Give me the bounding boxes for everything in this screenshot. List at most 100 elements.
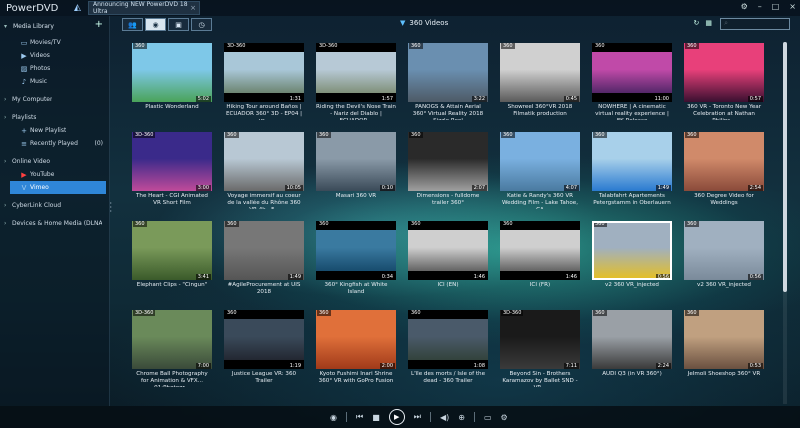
video-tile[interactable]: 36010:05Voyage immersif au coeur de la v… bbox=[224, 132, 304, 209]
zoom-icon[interactable]: ⊕ bbox=[458, 413, 465, 422]
people-view-button[interactable]: 👥 bbox=[122, 18, 143, 31]
video-duration: 4:07 bbox=[564, 185, 579, 191]
sidebar-item[interactable]: ▶Videos bbox=[0, 49, 109, 62]
video-thumbnail[interactable]: 3600:56 bbox=[592, 221, 672, 280]
video-thumbnail[interactable]: 3D-3601:57 bbox=[316, 43, 396, 102]
video-tile[interactable]: 3D-3607:11Beyond Sin - Brothers Karamazo… bbox=[500, 310, 580, 387]
video-tile[interactable]: 3600:56v2 360 VR_injected bbox=[592, 221, 672, 298]
video-thumbnail[interactable]: 3600:56 bbox=[684, 221, 764, 280]
video-tile[interactable]: 3D-3603:00The Heart - CGI Animated VR Sh… bbox=[132, 132, 212, 209]
sidebar-item[interactable]: +New Playlist bbox=[0, 124, 109, 137]
video-tile[interactable]: 3D-3607:00Chrome Ball Photography for An… bbox=[132, 310, 212, 387]
eye-icon[interactable]: ◉ bbox=[330, 413, 337, 422]
sidebar-item[interactable]: ▨Photos bbox=[0, 62, 109, 75]
video-tile[interactable]: 3601:46ICI (EN) bbox=[408, 221, 488, 298]
video-thumbnail[interactable]: 3600:53 bbox=[684, 310, 764, 369]
video-tile[interactable]: 3D-3601:31Hiking Tour around Baños | ECU… bbox=[224, 43, 304, 120]
sidebar-item[interactable]: ≡Recently Played(0) bbox=[0, 137, 109, 150]
video-tile[interactable]: 3602:07Dimensions - fulldome trailer 360… bbox=[408, 132, 488, 209]
video-format-badge: 360 bbox=[133, 221, 147, 227]
close-window-icon[interactable]: × bbox=[789, 2, 796, 11]
video-tile[interactable]: 3604:07Katie & Randy's 360 VR Wedding Fi… bbox=[500, 132, 580, 209]
video-thumbnail[interactable]: 3601:19 bbox=[224, 310, 304, 369]
volume-icon[interactable]: ◀) bbox=[440, 413, 449, 422]
video-thumbnail[interactable]: 36011:00 bbox=[592, 43, 672, 102]
close-icon[interactable]: × bbox=[190, 4, 196, 12]
settings-icon[interactable]: ⚙ bbox=[501, 413, 508, 422]
user-view-button[interactable]: ▣ bbox=[168, 18, 189, 31]
news-tab[interactable]: Announcing NEW PowerDVD 18 Ultra × bbox=[88, 1, 200, 15]
360-view-button[interactable]: ◉ bbox=[145, 18, 166, 31]
refresh-icon[interactable]: ↻ bbox=[694, 19, 700, 27]
video-thumbnail[interactable]: 3600:10 bbox=[316, 132, 396, 191]
video-tile[interactable]: 3601:19Justice League VR: 360 Trailer bbox=[224, 310, 304, 387]
next-icon[interactable]: ⏭ bbox=[414, 412, 421, 422]
history-view-button[interactable]: ◷ bbox=[191, 18, 212, 31]
video-tile[interactable]: 36011:00NOWHERE | A cinematic virtual re… bbox=[592, 43, 672, 120]
video-thumbnail[interactable]: 3D-3607:00 bbox=[132, 310, 212, 369]
video-thumbnail[interactable]: 3601:46 bbox=[500, 221, 580, 280]
video-thumbnail[interactable]: 3600:45 bbox=[500, 43, 580, 102]
add-icon[interactable]: + bbox=[95, 19, 103, 30]
video-tile[interactable]: 3600:34360° Kingfish at White Island bbox=[316, 221, 396, 298]
sidebar-header-label: Media Library bbox=[13, 23, 54, 30]
video-thumbnail[interactable]: 3D-3607:11 bbox=[500, 310, 580, 369]
video-tile[interactable]: 3601:49#AgileProcurement at UIS 2018 bbox=[224, 221, 304, 298]
sidebar-item[interactable]: ›Online Video bbox=[0, 155, 109, 168]
video-thumbnail[interactable]: 3602:54 bbox=[684, 132, 764, 191]
video-thumbnail[interactable]: 3605:02 bbox=[132, 43, 212, 102]
video-tile[interactable]: 3600:45Showreel 360°VR 2018 Filmatik pro… bbox=[500, 43, 580, 120]
video-thumbnail[interactable]: 3602:24 bbox=[592, 310, 672, 369]
sidebar-item[interactable]: ›CyberLink Cloud bbox=[0, 199, 109, 212]
video-tile[interactable]: 3601:46ICI (FR) bbox=[500, 221, 580, 298]
video-thumbnail[interactable]: 3D-3601:31 bbox=[224, 43, 304, 102]
video-thumbnail[interactable]: 3604:07 bbox=[500, 132, 580, 191]
sidebar-item[interactable]: ›Devices & Home Media (DLNA) bbox=[0, 217, 109, 230]
sidebar-item[interactable]: ▭Movies/TV bbox=[0, 36, 109, 49]
play-button[interactable]: ▶ bbox=[389, 409, 405, 425]
video-thumbnail[interactable]: 3603:22 bbox=[408, 43, 488, 102]
subtitle-icon[interactable]: ▭ bbox=[484, 413, 492, 422]
sidebar-item[interactable]: ▶YouTube bbox=[0, 168, 109, 181]
sidebar-item-label: New Playlist bbox=[30, 127, 66, 134]
video-tile[interactable]: 3601:49Talabfahrt Apartements Petergstam… bbox=[592, 132, 672, 209]
stop-icon[interactable]: ■ bbox=[372, 413, 380, 422]
video-tile[interactable]: 3601:08L'île des morts / Isle of the dea… bbox=[408, 310, 488, 387]
resize-handle-icon[interactable]: ··· bbox=[109, 202, 112, 214]
video-thumbnail[interactable]: 3602:00 bbox=[316, 310, 396, 369]
sidebar-item[interactable]: VVimeo bbox=[10, 181, 106, 194]
gear-icon[interactable]: ⚙ bbox=[741, 2, 748, 11]
video-tile[interactable]: 3600:57360 VR - Toronto New Year Celebra… bbox=[684, 43, 764, 120]
video-tile[interactable]: 3600:56v2 360 VR_injected bbox=[684, 221, 764, 298]
search-input[interactable] bbox=[720, 18, 790, 30]
video-tile[interactable]: 3D-3601:57Riding the Devil's Nose Train … bbox=[316, 43, 396, 120]
sidebar-item[interactable]: ♪Music bbox=[0, 75, 109, 88]
video-thumbnail[interactable]: 3600:34 bbox=[316, 221, 396, 280]
minimize-icon[interactable]: – bbox=[758, 2, 762, 11]
scrollbar[interactable] bbox=[783, 42, 787, 404]
video-tile[interactable]: 3605:02Plastic Wonderland bbox=[132, 43, 212, 120]
video-tile[interactable]: 3602:54360 Degree Video for Weddings bbox=[684, 132, 764, 209]
video-tile[interactable]: 3600:53Jelmoli Shoeshop 360° VR bbox=[684, 310, 764, 387]
video-thumbnail[interactable]: 36010:05 bbox=[224, 132, 304, 191]
video-tile[interactable]: 3600:10Masari 360 VR bbox=[316, 132, 396, 209]
video-tile[interactable]: 3602:24AUDI Q3 (in VR 360°) bbox=[592, 310, 672, 387]
video-thumbnail[interactable]: 3600:57 bbox=[684, 43, 764, 102]
maximize-icon[interactable]: □ bbox=[772, 2, 780, 11]
video-thumbnail[interactable]: 3602:07 bbox=[408, 132, 488, 191]
grid-view-icon[interactable]: ▦ bbox=[705, 19, 712, 27]
video-thumbnail[interactable]: 3601:46 bbox=[408, 221, 488, 280]
video-thumbnail[interactable]: 3603:41 bbox=[132, 221, 212, 280]
video-tile[interactable]: 3603:41Elephant Clips - "Cingun" bbox=[132, 221, 212, 298]
video-tile[interactable]: 3602:00Kyoto Fushimi Inari Shrine 360° V… bbox=[316, 310, 396, 387]
video-thumbnail[interactable]: 3601:49 bbox=[224, 221, 304, 280]
video-thumbnail[interactable]: 3601:49 bbox=[592, 132, 672, 191]
sidebar-header[interactable]: ▾ Media Library + bbox=[0, 16, 109, 36]
scrollbar-thumb[interactable] bbox=[783, 42, 787, 292]
video-tile[interactable]: 3603:22PANOGS & Attain Aerial 360° Virtu… bbox=[408, 43, 488, 120]
sidebar-item[interactable]: ›Playlists bbox=[0, 111, 109, 124]
video-thumbnail[interactable]: 3D-3603:00 bbox=[132, 132, 212, 191]
sidebar-item[interactable]: ›My Computer bbox=[0, 93, 109, 106]
video-thumbnail[interactable]: 3601:08 bbox=[408, 310, 488, 369]
previous-icon[interactable]: ⏮ bbox=[356, 412, 363, 422]
